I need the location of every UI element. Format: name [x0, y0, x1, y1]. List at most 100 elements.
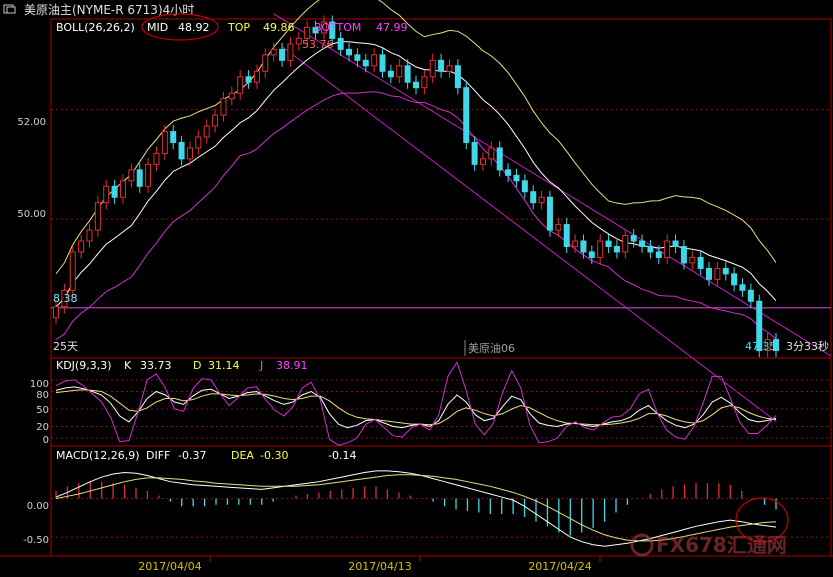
candle-body	[161, 131, 168, 154]
candle	[697, 250, 704, 275]
candle-body	[203, 125, 210, 138]
candle	[496, 141, 503, 177]
candle	[530, 185, 537, 210]
candle-body	[680, 245, 687, 264]
candle-body	[94, 202, 101, 231]
kdj-tick-0: 0	[43, 435, 49, 446]
candle-body	[471, 141, 478, 165]
candle-body	[245, 76, 252, 83]
candle	[220, 92, 227, 122]
candle-body	[555, 224, 562, 231]
candle	[228, 86, 235, 106]
candle-body	[647, 245, 654, 253]
kdj-tick-100: 100	[30, 379, 49, 390]
candle	[387, 64, 394, 84]
candle	[463, 81, 470, 150]
candle	[103, 179, 110, 210]
candle-body	[379, 54, 386, 72]
macd-dea-label: DEA	[231, 449, 254, 462]
boll-top-label: TOP	[227, 21, 250, 34]
candle	[479, 152, 486, 171]
candle-body	[362, 59, 369, 67]
candle	[521, 174, 528, 199]
candle-body	[429, 59, 436, 78]
macd-dea-value: -0.30	[260, 449, 288, 462]
candle	[262, 48, 269, 78]
candle-body	[731, 273, 738, 286]
candle	[622, 228, 629, 259]
candle	[546, 190, 553, 237]
candle-body	[53, 306, 59, 319]
candle-body	[413, 81, 419, 89]
candle	[471, 135, 478, 171]
candle	[119, 174, 126, 204]
candle	[438, 53, 445, 78]
candle-body	[287, 43, 294, 61]
candle-body	[446, 65, 453, 72]
candle-body	[672, 240, 679, 247]
date-label: 2017/04/13	[348, 560, 411, 573]
candle-body	[304, 26, 311, 39]
candle-body	[605, 240, 612, 247]
candle-body	[722, 267, 729, 275]
candle-body	[613, 245, 620, 253]
kdj-tick-80: 80	[36, 390, 49, 401]
candle-body	[262, 54, 269, 72]
candle	[78, 234, 85, 259]
candle	[747, 283, 754, 308]
horizontal-line-label: 8.38	[53, 292, 78, 305]
watermark: FX678汇通网	[630, 533, 787, 557]
candle	[161, 124, 168, 160]
candle	[538, 190, 545, 210]
kdj-d-label: D	[193, 359, 201, 372]
candle-body	[479, 158, 486, 165]
candle-body	[421, 76, 428, 89]
kdj-name: KDJ(9,3,3)	[56, 359, 112, 372]
high-price-label: 53.76	[302, 38, 334, 51]
watermark-logo-icon	[630, 533, 654, 557]
candle-body	[538, 196, 545, 204]
candle	[111, 179, 118, 204]
boll-mid-label: MID	[147, 21, 168, 34]
y-tick-52: 52.00	[17, 117, 46, 128]
candle	[639, 234, 646, 254]
boll-bands	[55, 0, 777, 340]
kdj-j-line	[55, 361, 777, 446]
period-label: 25天	[53, 340, 78, 353]
candle-body	[706, 267, 713, 280]
boll-mid-value: 48.92	[178, 21, 210, 34]
candle	[714, 261, 721, 286]
candle	[421, 70, 428, 95]
candle	[597, 234, 604, 265]
candle-body	[664, 240, 671, 258]
candle-body	[521, 180, 528, 193]
candle-body	[371, 54, 378, 67]
candle-body	[580, 240, 587, 253]
date-label: 2017/04/24	[528, 560, 591, 573]
candle	[739, 278, 746, 297]
candle-body	[228, 92, 235, 100]
candle	[664, 234, 671, 265]
candle	[86, 223, 93, 248]
candle	[170, 124, 177, 150]
channel-lower-line	[281, 46, 777, 423]
candle	[195, 130, 202, 155]
candle	[454, 59, 461, 95]
candle-body	[212, 114, 219, 127]
candle-body	[496, 147, 503, 171]
candle	[429, 53, 436, 84]
candle	[731, 267, 738, 292]
candle	[404, 59, 411, 89]
candle	[630, 228, 637, 248]
candle	[396, 59, 403, 84]
candle	[513, 168, 520, 188]
y-tick-50: 50.00	[17, 209, 46, 220]
candle	[287, 37, 294, 67]
candle	[379, 48, 386, 78]
candle-body	[572, 240, 579, 247]
candle	[488, 141, 495, 166]
candle-body	[739, 284, 746, 291]
boll-bottom-value: 47.99	[376, 21, 408, 34]
candle	[136, 163, 143, 193]
candle-body	[655, 251, 662, 258]
